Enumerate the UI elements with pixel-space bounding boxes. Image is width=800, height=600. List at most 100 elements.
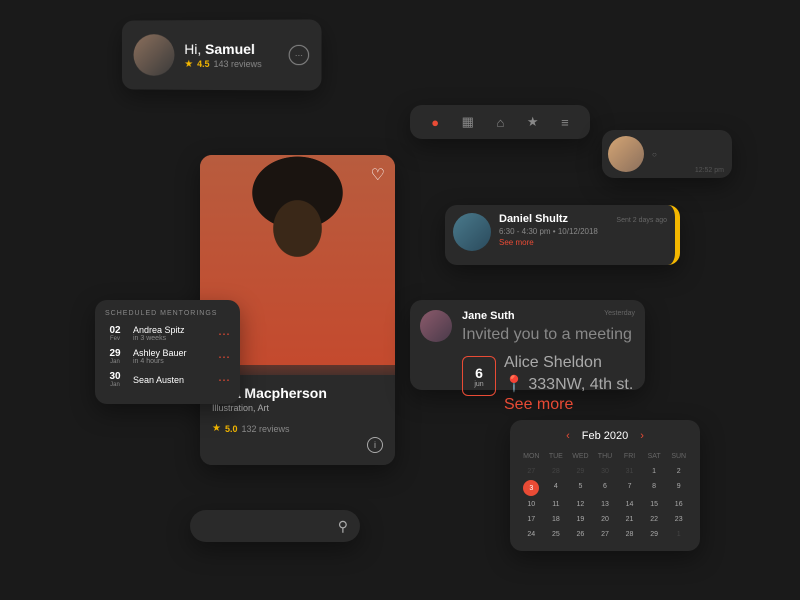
cal-day[interactable]: 28 [545, 465, 568, 478]
cal-day[interactable]: 13 [594, 498, 617, 511]
ment-day: 29 [109, 348, 120, 359]
cal-day[interactable]: 7 [618, 480, 641, 496]
pin-icon: 📍 [504, 376, 524, 393]
event-time: 6:30 - 4:30 pm • 10/12/2018 [499, 227, 608, 236]
see-more-link[interactable]: See more [499, 238, 608, 247]
cal-day[interactable]: 12 [569, 498, 592, 511]
event2-location: 333NW, 4th st. [528, 376, 633, 393]
greeting-text: Hi, Samuel ★ 4.5 143 reviews [184, 40, 278, 69]
home-icon[interactable]: ⌂ [497, 115, 505, 130]
cal-day[interactable]: 31 [618, 465, 641, 478]
cal-dow: SUN [667, 450, 690, 463]
greeting-card: Hi, Samuel ★ 4.5 143 reviews ⋯ [122, 19, 322, 90]
cal-day[interactable]: 6 [594, 480, 617, 496]
ment-month: Jan [110, 382, 120, 388]
more-icon[interactable]: ⋯ [218, 350, 230, 364]
cal-day[interactable]: 16 [667, 498, 690, 511]
cal-day[interactable]: 29 [569, 465, 592, 478]
event2-person: Alice Sheldon [504, 354, 633, 372]
cal-dow: TUE [545, 450, 568, 463]
more-icon[interactable]: ⋯ [218, 373, 230, 387]
cal-day[interactable]: 2 [667, 465, 690, 478]
user-avatar[interactable] [134, 34, 175, 76]
bell-icon[interactable]: ● [431, 115, 439, 130]
cal-day[interactable]: 21 [618, 513, 641, 526]
event2-avatar [420, 310, 452, 342]
ment-day: 02 [109, 325, 120, 336]
ment-month: Fev [110, 336, 120, 342]
star-nav-icon[interactable]: ★ [527, 114, 539, 130]
cal-day[interactable]: 17 [520, 513, 543, 526]
event-card-1[interactable]: Daniel Shultz 6:30 - 4:30 pm • 10/12/201… [445, 205, 680, 265]
ment-month: Jan [110, 359, 120, 365]
heart-icon[interactable]: ♡ [371, 165, 385, 185]
cal-day[interactable]: 27 [594, 528, 617, 541]
cal-day[interactable]: 23 [667, 513, 690, 526]
ment-name: Sean Austen [133, 375, 210, 385]
navbar: ● ▦ ⌂ ★ ≡ [410, 105, 590, 139]
cal-day[interactable]: 8 [643, 480, 666, 496]
cal-day[interactable]: 25 [545, 528, 568, 541]
event2-timestamp: Yesterday [604, 310, 635, 317]
cal-day[interactable]: 29 [643, 528, 666, 541]
event2-subtitle: Invited you to a meeting [462, 326, 635, 344]
cal-day[interactable]: 24 [520, 528, 543, 541]
prev-month-icon[interactable]: ‹ [566, 430, 570, 442]
ment-name: Ashley Bauer [133, 348, 210, 358]
profile-rating-value: 5.0 [225, 424, 238, 434]
cal-day[interactable]: 27 [520, 465, 543, 478]
menu-icon[interactable]: ≡ [561, 115, 569, 130]
see-more-link-2[interactable]: See more [504, 396, 633, 414]
next-month-icon[interactable]: › [640, 430, 644, 442]
rating-value: 4.5 [197, 59, 209, 69]
calendar-widget: ‹ Feb 2020 › MONTUEWEDTHUFRISATSUN272829… [510, 420, 700, 551]
review-count: 143 reviews [214, 59, 262, 69]
cal-day[interactable]: 30 [594, 465, 617, 478]
cal-day[interactable]: 26 [569, 528, 592, 541]
cal-day[interactable]: 1 [667, 528, 690, 541]
cal-day[interactable]: 28 [618, 528, 641, 541]
cal-day[interactable]: 9 [667, 480, 690, 496]
cal-day[interactable]: 11 [545, 498, 568, 511]
cal-day[interactable]: 5 [569, 480, 592, 496]
info-icon[interactable]: i [367, 437, 383, 453]
cal-dow: WED [569, 450, 592, 463]
cal-day[interactable]: 22 [643, 513, 666, 526]
event-card-2[interactable]: Jane Suth Invited you to a meeting 6 jun… [410, 300, 645, 390]
date-day: 6 [475, 365, 483, 381]
mentorings-card: SCHEDULED MENTORINGS 02FevAndrea Spitzin… [95, 300, 240, 404]
calendar-icon[interactable]: ▦ [462, 114, 474, 130]
event-name: Daniel Shultz [499, 213, 608, 225]
mentoring-item[interactable]: 02FevAndrea Spitzin 3 weeks⋯ [105, 325, 230, 342]
user-name: Samuel [205, 40, 255, 56]
mentoring-item[interactable]: 29Jan Ashley Bauerin 4 hours ⋯ [105, 348, 230, 365]
date-box: 6 jun [462, 356, 496, 396]
profile-review-count: 132 reviews [241, 424, 289, 434]
star-icon: ★ [184, 58, 193, 69]
cal-day[interactable]: 10 [520, 498, 543, 511]
search-icon[interactable]: ⚲ [338, 518, 348, 535]
mentorings-title: SCHEDULED MENTORINGS [105, 310, 230, 317]
chat-icon[interactable]: ⋯ [289, 45, 310, 65]
cal-day[interactable]: 18 [545, 513, 568, 526]
cal-day[interactable]: 4 [545, 480, 568, 496]
cal-day[interactable]: 19 [569, 513, 592, 526]
profile-role: Illustration, Art [212, 403, 383, 413]
cal-dow: THU [594, 450, 617, 463]
ment-when: in 4 hours [133, 358, 210, 365]
more-icon[interactable]: ⋯ [218, 327, 230, 341]
event-sent-label: Sent 2 days ago [616, 217, 667, 224]
cal-dow: FRI [618, 450, 641, 463]
cal-day[interactable]: 20 [594, 513, 617, 526]
cal-day[interactable]: 15 [643, 498, 666, 511]
cal-day[interactable]: 1 [643, 465, 666, 478]
search-bar[interactable]: ⚲ [190, 510, 360, 542]
mini-notification[interactable]: ○ 12:52 pm [602, 130, 732, 178]
mini-avatar [608, 136, 644, 172]
calendar-title: Feb 2020 [582, 430, 628, 442]
event-avatar [453, 213, 491, 251]
mentoring-item[interactable]: 30JanSean Austen⋯ [105, 371, 230, 388]
cal-day[interactable]: 14 [618, 498, 641, 511]
cal-day[interactable]: 3 [523, 480, 539, 496]
star-icon: ★ [212, 423, 221, 434]
